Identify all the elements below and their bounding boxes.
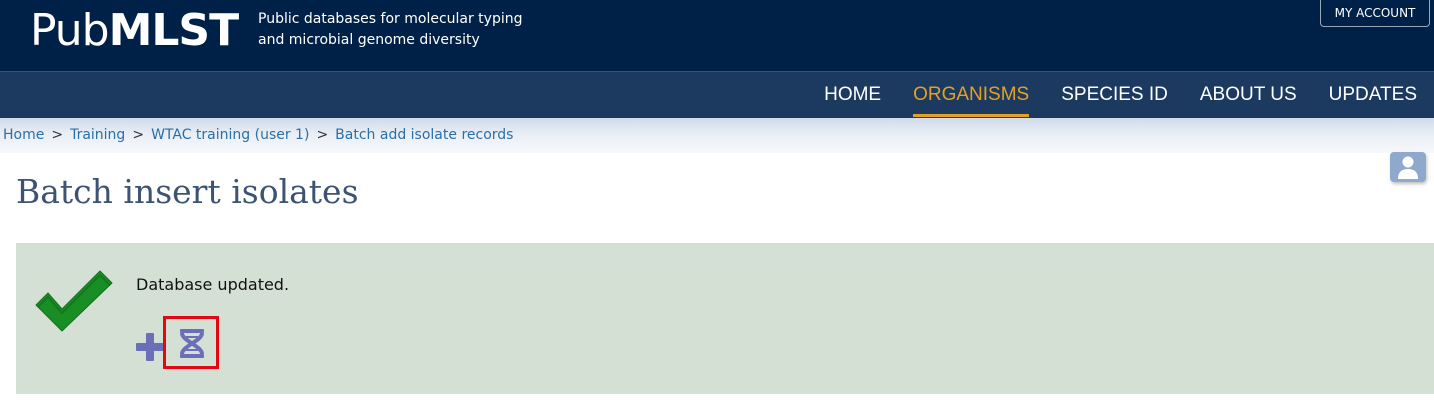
nav-home[interactable]: HOME — [824, 72, 881, 118]
breadcrumb-home[interactable]: Home — [3, 127, 44, 143]
pubmlst-logo[interactable]: PubMLST — [30, 5, 240, 57]
logo-bold-text: MLST — [108, 5, 240, 56]
success-message-box: Database updated. — [16, 243, 1434, 394]
site-tagline: Public databases for molecular typing an… — [258, 9, 523, 51]
breadcrumb-training[interactable]: Training — [70, 127, 125, 143]
nav-about-us[interactable]: ABOUT US — [1200, 72, 1297, 118]
breadcrumb-wtac-training[interactable]: WTAC training (user 1) — [151, 127, 309, 143]
nav-species-id[interactable]: SPECIES ID — [1061, 72, 1168, 118]
my-account-button[interactable]: MY ACCOUNT — [1320, 0, 1430, 27]
nav-organisms[interactable]: ORGANISMS — [913, 72, 1030, 118]
page-title: Batch insert isolates — [16, 172, 359, 211]
main-nav: HOME ORGANISMS SPECIES ID ABOUT US UPDAT… — [0, 71, 1434, 118]
logo-regular-text: Pub — [30, 5, 110, 56]
user-silhouette-icon — [1398, 156, 1418, 179]
plus-icon[interactable] — [134, 331, 166, 363]
breadcrumb: Home > Training > WTAC training (user 1) > Bat… — [3, 127, 513, 143]
breadcrumb-bar: Home > Training > WTAC training (user 1) > Bat… — [0, 118, 1434, 153]
tagline-line-1: Public databases for molecular typing — [258, 11, 523, 27]
breadcrumb-separator: > — [132, 127, 145, 143]
breadcrumb-separator: > — [316, 127, 329, 143]
breadcrumb-current[interactable]: Batch add isolate records — [335, 127, 513, 143]
tagline-line-2: and microbial genome diversity — [258, 32, 480, 48]
nav-updates[interactable]: UPDATES — [1329, 72, 1417, 118]
header-bar: PubMLST Public databases for molecular t… — [0, 0, 1434, 71]
breadcrumb-separator: > — [51, 127, 64, 143]
dna-icon — [180, 329, 204, 358]
sequence-upload-button[interactable] — [163, 316, 219, 369]
user-icon[interactable] — [1390, 152, 1426, 182]
status-message: Database updated. — [136, 275, 290, 294]
checkmark-icon — [35, 270, 113, 332]
nav-items: HOME ORGANISMS SPECIES ID ABOUT US UPDAT… — [824, 72, 1417, 118]
